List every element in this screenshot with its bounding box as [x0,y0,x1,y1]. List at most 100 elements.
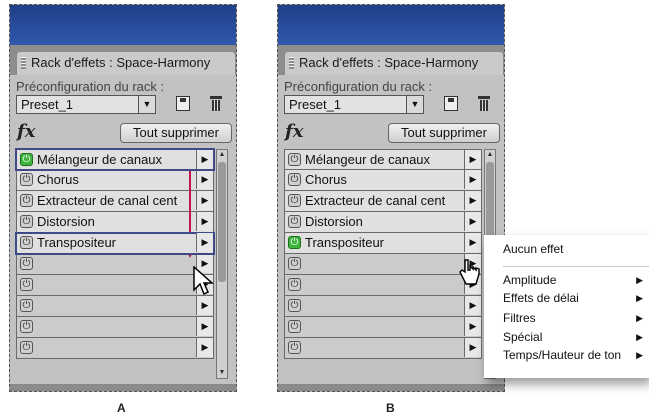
power-icon[interactable]: ⏻ [288,173,301,186]
power-icon[interactable]: ⏻ [288,215,301,228]
preset-select[interactable]: Preset_1 ▼ [284,95,424,114]
triangle-right-icon[interactable]: ▶ [464,317,481,336]
chevron-down-icon[interactable]: ▼ [406,96,423,113]
power-icon[interactable]: ⏻ [20,173,33,186]
triangle-right-icon[interactable]: ▶ [464,296,481,315]
power-icon[interactable]: ⏻ [20,215,33,228]
effect-slot-empty[interactable]: ⏻▶ [16,296,214,317]
hand-cursor-icon [459,259,480,285]
effect-name: Distorsion [305,214,363,229]
effect-slot[interactable]: ⏻ Distorsion ▶ [16,212,214,233]
grip-icon[interactable] [289,57,294,69]
chevron-down-icon[interactable]: ▼ [138,96,155,113]
trash-icon[interactable] [210,96,222,111]
power-icon[interactable]: ⏻ [288,320,301,333]
effect-slot-empty[interactable]: ⏻▶ [284,275,482,296]
effect-name: Transpositeur [37,235,116,250]
triangle-right-icon[interactable]: ▶ [196,150,213,169]
effect-slot[interactable]: ⏻ Extracteur de canal cent ▶ [16,191,214,212]
figure-caption-b: B [386,401,395,415]
triangle-right-icon[interactable]: ▶ [464,150,481,169]
tab-effects-rack[interactable]: Rack d'effets : Space-Harmony [16,51,236,76]
effects-scrollbar[interactable]: ▲ ▼ [216,149,228,379]
effect-slot-empty[interactable]: ⏻▶ [16,317,214,338]
menu-item-label: Effets de délai [503,291,579,305]
power-icon[interactable]: ⏻ [288,236,301,249]
effect-slot-empty[interactable]: ⏻▶ [284,338,482,359]
power-icon[interactable]: ⏻ [20,299,33,312]
remove-all-button[interactable]: Tout supprimer [120,123,232,143]
triangle-right-icon[interactable]: ▶ [196,233,213,252]
rack-body: Préconfiguration du rack : Preset_1 ▼ fx… [278,75,504,391]
effect-slot[interactable]: ⏻ Chorus ▶ [16,170,214,191]
effect-slot[interactable]: ⏻ Chorus ▶ [284,170,482,191]
tab-effects-rack[interactable]: Rack d'effets : Space-Harmony [284,51,504,76]
effects-context-menu: Aucun effet Amplitude ▶ Effets de délai … [484,235,649,378]
triangle-right-icon[interactable]: ▶ [196,338,213,357]
power-icon[interactable]: ⏻ [20,153,33,166]
triangle-right-icon[interactable]: ▶ [196,296,213,315]
save-preset-icon[interactable] [444,96,458,111]
power-icon[interactable]: ⏻ [20,320,33,333]
scroll-down-icon[interactable]: ▼ [217,368,227,378]
effect-slot[interactable]: ⏻ Transpositeur ▶ [15,232,215,255]
menu-item-time-pitch[interactable]: Temps/Hauteur de ton ▶ [484,347,649,364]
effect-slot[interactable]: ⏻ Distorsion ▶ [284,212,482,233]
power-icon[interactable]: ⏻ [288,153,301,166]
power-icon[interactable]: ⏻ [288,341,301,354]
triangle-right-icon[interactable]: ▶ [196,191,213,210]
power-icon[interactable]: ⏻ [20,257,33,270]
triangle-right-icon[interactable]: ▶ [464,170,481,189]
effect-slot-empty[interactable]: ⏻▶ [16,338,214,359]
tab-bar: Rack d'effets : Space-Harmony [10,45,236,76]
effect-slot-empty[interactable]: ⏻▶ [284,296,482,317]
trash-icon[interactable] [478,96,490,111]
effect-slot-empty[interactable]: ⏻▶ [284,317,482,338]
effect-slot-empty[interactable]: ⏻▶ [284,254,482,275]
panel-footer [278,384,504,391]
triangle-right-icon[interactable]: ▶ [464,338,481,357]
remove-all-button[interactable]: Tout supprimer [388,123,500,143]
preset-select[interactable]: Preset_1 ▼ [16,95,156,114]
effect-slot[interactable]: ⏻ Mélangeur de canaux ▶ [284,149,482,170]
scroll-up-icon[interactable]: ▲ [485,150,495,160]
power-icon[interactable]: ⏻ [288,299,301,312]
scroll-thumb[interactable] [218,162,226,282]
menu-item-amplitude[interactable]: Amplitude ▶ [484,272,649,289]
effect-name: Chorus [305,172,347,187]
power-icon[interactable]: ⏻ [20,194,33,207]
menu-item-delay-effects[interactable]: Effets de délai ▶ [484,290,649,307]
triangle-right-icon[interactable]: ▶ [196,212,213,231]
preset-label: Préconfiguration du rack : [16,79,165,94]
triangle-right-icon: ▶ [636,332,643,342]
power-icon[interactable]: ⏻ [288,194,301,207]
effect-name: Extracteur de canal cent [37,193,178,208]
effect-slot[interactable]: ⏻ Extracteur de canal cent ▶ [284,191,482,212]
power-icon[interactable]: ⏻ [20,236,33,249]
power-icon[interactable]: ⏻ [20,341,33,354]
menu-item-no-effect[interactable]: Aucun effet [484,241,649,258]
triangle-right-icon[interactable]: ▶ [464,191,481,210]
triangle-right-icon[interactable]: ▶ [196,317,213,336]
power-icon[interactable]: ⏻ [288,257,301,270]
triangle-right-icon[interactable]: ▶ [464,212,481,231]
menu-item-filters[interactable]: Filtres ▶ [484,310,649,327]
menu-item-special[interactable]: Spécial ▶ [484,329,649,346]
scroll-up-icon[interactable]: ▲ [217,150,227,160]
save-preset-icon[interactable] [176,96,190,111]
effect-slot[interactable]: ⏻ Mélangeur de canaux ▶ [15,148,215,171]
effect-name: Transpositeur [305,235,384,250]
power-icon[interactable]: ⏻ [288,278,301,291]
preset-value: Preset_1 [289,97,342,112]
triangle-right-icon: ▶ [636,313,643,323]
effects-list: ⏻ Mélangeur de canaux ▶ ⏻ Chorus ▶ ⏻ Extracteur… [284,149,482,359]
power-icon[interactable]: ⏻ [20,278,33,291]
tab-title: Rack d'effets : Space-Harmony [299,55,479,70]
arrow-cursor-icon [193,266,214,296]
effect-slot[interactable]: ⏻ Transpositeur ▶ [284,233,482,254]
grip-icon[interactable] [21,57,26,69]
effect-slot-empty[interactable]: ⏻▶ [16,254,214,275]
triangle-right-icon[interactable]: ▶ [196,170,213,189]
effect-slot-empty[interactable]: ⏻▶ [16,275,214,296]
triangle-right-icon[interactable]: ▶ [464,233,481,252]
